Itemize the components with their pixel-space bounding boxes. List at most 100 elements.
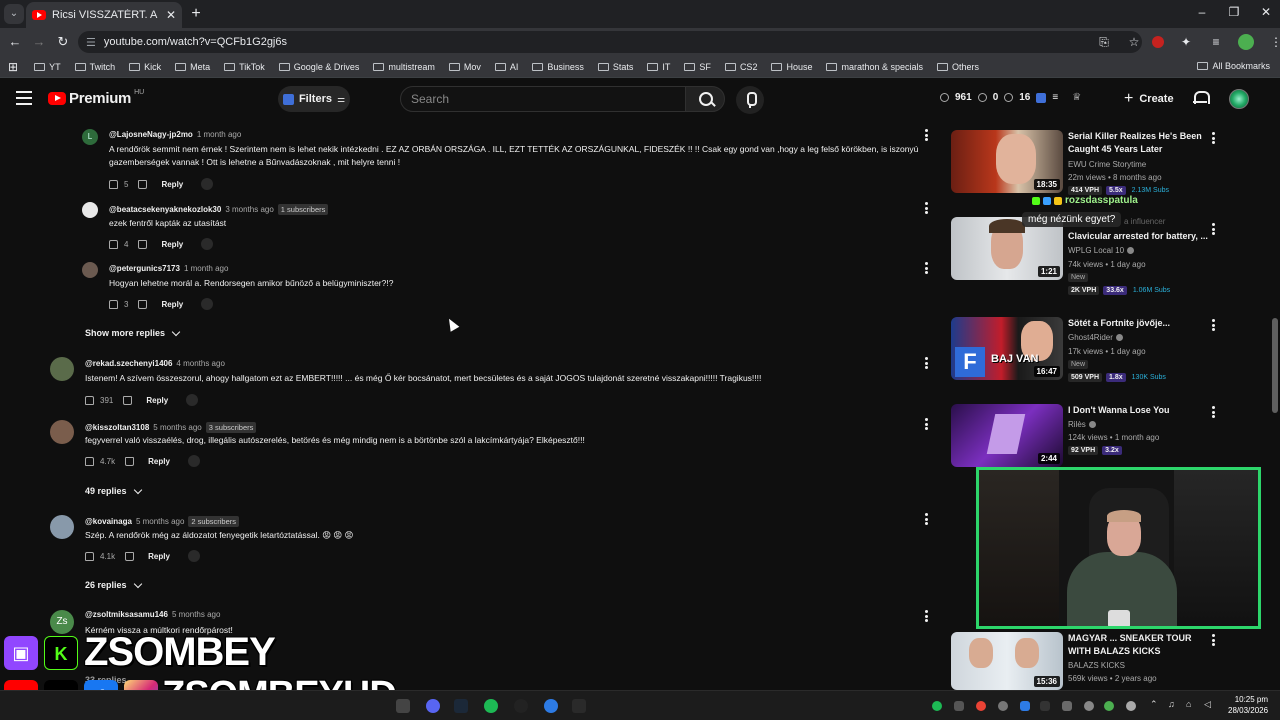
tray-icon[interactable] [1062, 701, 1072, 711]
thumbs-down-icon[interactable] [125, 456, 135, 466]
tray-icon[interactable] [998, 701, 1008, 711]
more-actions-icon[interactable] [925, 129, 929, 141]
comment-time[interactable]: 5 months ago [136, 517, 184, 526]
extension-red-icon[interactable] [1152, 36, 1164, 48]
video-thumbnail[interactable]: 18:35 [951, 130, 1063, 193]
tray-icon[interactable] [1040, 701, 1050, 711]
bookmark-folder[interactable]: Google & Drives [278, 62, 359, 72]
video-title[interactable]: MAGYAR ... SNEAKER TOUR WITH BALAZS KICK… [1068, 632, 1208, 658]
bookmark-folder[interactable]: TikTok [224, 62, 265, 72]
comment-time[interactable]: 1 month ago [197, 130, 241, 139]
reply-button[interactable]: Reply [148, 552, 170, 561]
restore-icon[interactable]: ❐ [1220, 5, 1248, 19]
like-button[interactable]: 4.1k [85, 551, 115, 561]
more-actions-icon[interactable] [1212, 319, 1216, 331]
more-actions-icon[interactable] [925, 418, 929, 430]
tray-icon[interactable] [1084, 701, 1094, 711]
apps-grid-icon[interactable]: ⊞ [8, 60, 18, 74]
voice-search-icon[interactable] [736, 86, 764, 114]
bookmark-folder[interactable]: Stats [597, 62, 633, 72]
microphone-tray-icon[interactable]: ♫ [1168, 699, 1175, 709]
reply-button[interactable]: Reply [161, 180, 183, 189]
new-tab-button[interactable]: + [186, 4, 206, 24]
like-button[interactable]: 4.7k [85, 456, 115, 466]
network-icon[interactable]: ⌂ [1186, 699, 1191, 709]
thumbs-down-icon[interactable] [138, 179, 148, 189]
comment-author[interactable]: @rekad.szechenyi1406 [85, 359, 172, 368]
extensions-puzzle-icon[interactable]: ✦ [1178, 35, 1194, 49]
comment-author[interactable]: @zsoltmiksasamu146 [85, 610, 168, 619]
tray-icon[interactable] [1020, 701, 1030, 711]
bookmark-folder[interactable]: Mov [448, 62, 481, 72]
video-thumbnail[interactable]: 15:36 [951, 632, 1063, 690]
tray-chevron-icon[interactable]: ⌃ [1150, 699, 1158, 710]
bookmark-folder[interactable]: marathon & specials [826, 62, 923, 72]
reload-icon[interactable]: ↻ [54, 33, 72, 51]
avatar[interactable]: L [82, 129, 98, 145]
forward-icon[interactable]: → [30, 33, 48, 51]
back-icon[interactable]: ← [6, 33, 24, 51]
video-title[interactable]: Sötét a Fortnite jövője... [1068, 317, 1208, 330]
tray-icon[interactable] [1126, 701, 1136, 711]
comment-time[interactable]: 5 months ago [153, 423, 201, 432]
more-actions-icon[interactable] [925, 357, 929, 369]
app-icon[interactable] [396, 699, 410, 713]
comment-time[interactable]: 4 months ago [176, 359, 224, 368]
minimize-icon[interactable]: – [1188, 5, 1216, 19]
extension-stats[interactable]: 961 0 16 ≡ ♕ [940, 92, 1081, 103]
more-actions-icon[interactable] [925, 262, 929, 274]
address-bar[interactable]: ☰ youtube.com/watch?v=QCFb1G2gj6s [78, 31, 1142, 53]
site-info-icon[interactable]: ☰ [86, 36, 96, 49]
channel-name[interactable]: Rilès [1068, 420, 1096, 429]
create-button[interactable]: + Create [1124, 90, 1174, 108]
browser-tab-active[interactable]: Ricsi VISSZATÉRT. A rendőrség ✕ [26, 2, 182, 28]
like-button[interactable]: 3 [109, 299, 128, 309]
avatar[interactable] [50, 357, 74, 381]
comment-author[interactable]: @LajosneNagy-jp2mo [109, 130, 193, 139]
bookmark-folder[interactable]: YT [34, 62, 61, 72]
like-button[interactable]: 391 [85, 395, 113, 405]
thumbs-down-icon[interactable] [138, 239, 148, 249]
like-button[interactable]: 5 [109, 179, 128, 189]
video-title[interactable]: I Don't Wanna Lose You [1068, 404, 1208, 417]
bookmark-star-icon[interactable]: ☆ [1126, 35, 1142, 49]
tab-search-icon[interactable]: ⌄ [4, 4, 24, 24]
comment-time[interactable]: 5 months ago [172, 610, 220, 619]
more-actions-icon[interactable] [925, 202, 929, 214]
tab-close-icon[interactable]: ✕ [166, 8, 176, 22]
discord-icon[interactable] [426, 699, 440, 713]
spotify-tray-icon[interactable] [932, 701, 942, 711]
hamburger-menu-icon[interactable] [16, 91, 32, 105]
bookmark-folder[interactable]: IT [647, 62, 670, 72]
bookmark-folder[interactable]: CS2 [724, 62, 757, 72]
more-actions-icon[interactable] [925, 513, 929, 525]
avatar[interactable] [82, 262, 98, 278]
steam-icon[interactable] [454, 699, 468, 713]
bookmark-folder[interactable]: Others [937, 62, 979, 72]
avatar[interactable] [50, 515, 74, 539]
view-replies-button[interactable]: 26 replies [85, 579, 142, 590]
chrome-tray-icon[interactable] [976, 701, 986, 711]
all-bookmarks[interactable]: All Bookmarks [1197, 61, 1270, 71]
search-button[interactable] [685, 86, 725, 112]
view-replies-button[interactable]: 49 replies [85, 485, 142, 496]
like-button[interactable]: 4 [109, 239, 128, 249]
more-actions-icon[interactable] [1212, 634, 1216, 646]
close-window-icon[interactable]: ✕ [1252, 5, 1280, 19]
app-icon[interactable] [544, 699, 558, 713]
more-actions-icon[interactable] [1212, 132, 1216, 144]
recommended-video[interactable]: 15:36 MAGYAR ... SNEAKER TOUR WITH BALAZ… [951, 632, 1251, 690]
video-title[interactable]: Serial Killer Realizes He's Been Caught … [1068, 130, 1208, 156]
bookmark-folder[interactable]: SF [684, 62, 711, 72]
reply-button[interactable]: Reply [148, 457, 170, 466]
bookmark-folder[interactable]: AI [494, 62, 518, 72]
system-clock[interactable]: 10:25 pm 28/03/2026 [1228, 694, 1268, 716]
bookmark-folder[interactable]: Kick [129, 62, 161, 72]
reply-button[interactable]: Reply [146, 396, 168, 405]
filters-button[interactable]: Filters ⚌ [278, 86, 350, 112]
comment-author[interactable]: @kovainaga [85, 517, 132, 526]
media-list-icon[interactable]: ≡ [1208, 35, 1224, 49]
more-actions-icon[interactable] [1212, 406, 1216, 418]
install-app-icon[interactable]: ⎘ [1096, 35, 1112, 50]
volume-icon[interactable]: ◁ [1204, 699, 1211, 710]
